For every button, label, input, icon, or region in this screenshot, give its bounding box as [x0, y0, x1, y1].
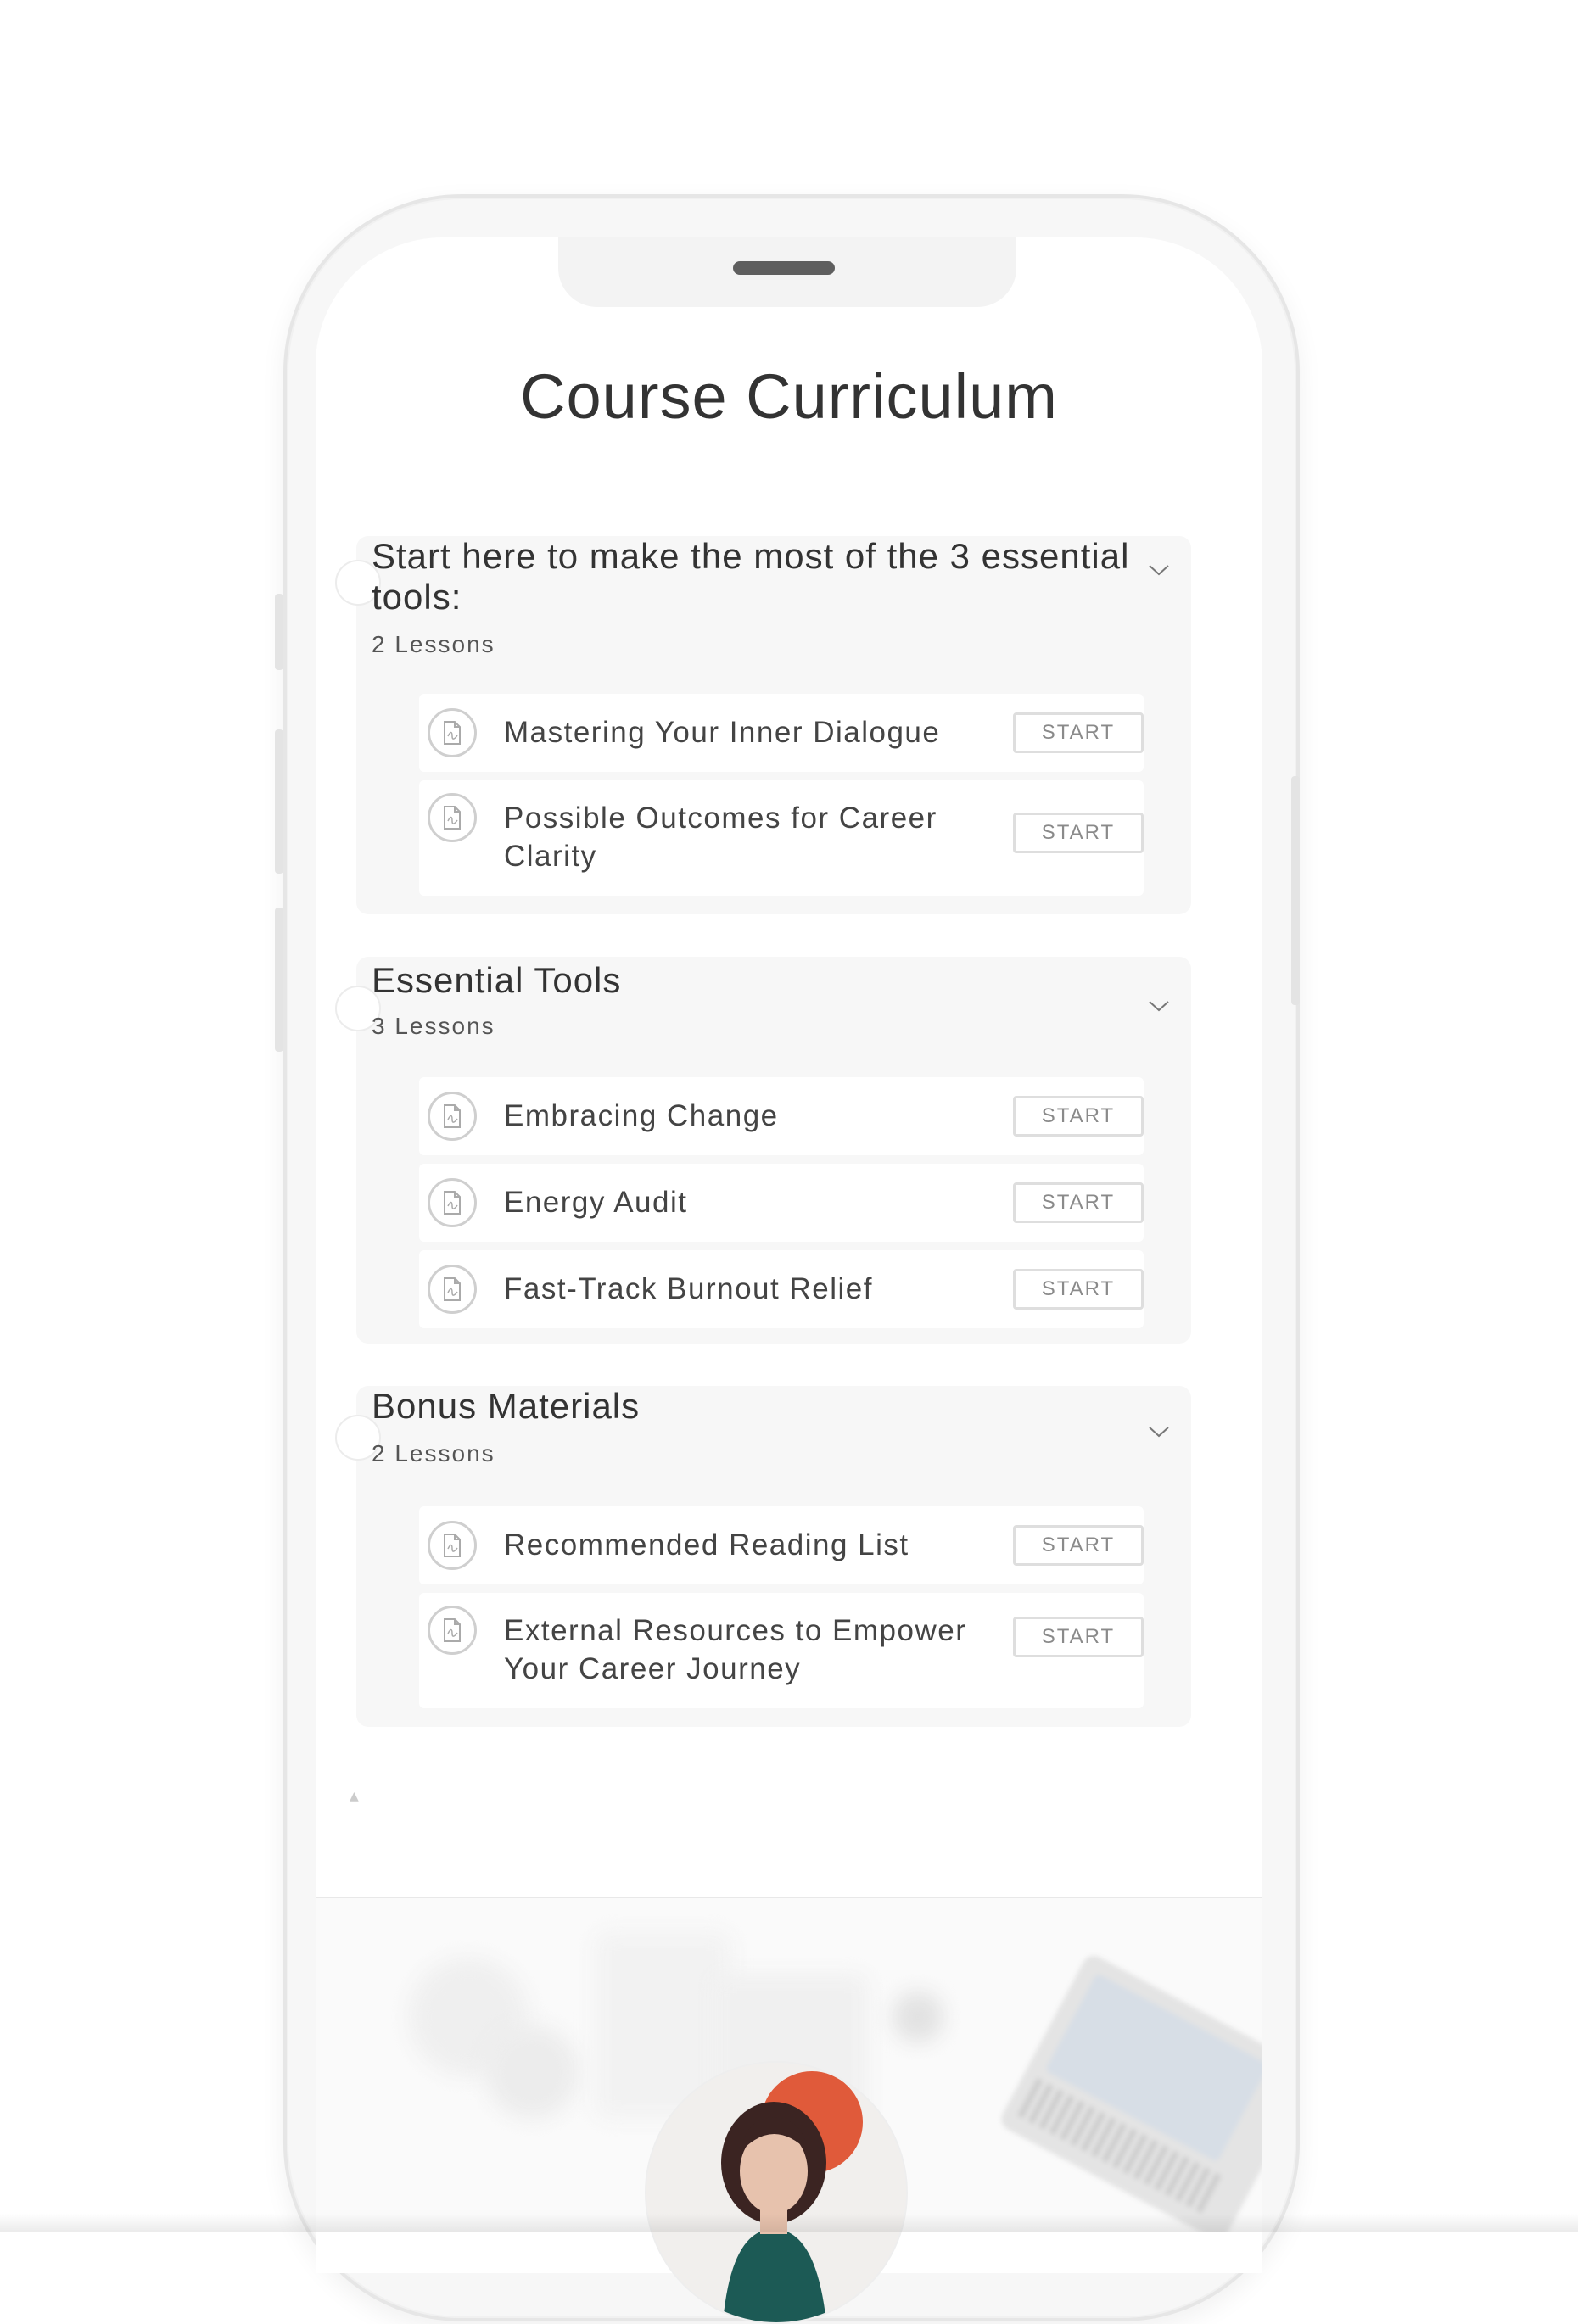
page-title: Course Curriculum — [520, 361, 1058, 432]
scroll-up-icon[interactable]: ▲ — [350, 1790, 359, 1803]
section-lesson-count: 2 Lessons — [372, 1440, 495, 1466]
lesson-title: Possible Outcomes for Career Clarity — [504, 802, 937, 873]
lesson-title: Energy Audit — [504, 1186, 688, 1219]
chevron-down-icon[interactable] — [1144, 555, 1174, 585]
curriculum-section: Start here to make the most of the 3 ess… — [335, 536, 1191, 914]
bottom-shadow — [0, 2214, 1578, 2232]
chevron-down-icon[interactable] — [1144, 1416, 1174, 1447]
lesson-row[interactable]: Fast-Track Burnout Relief START — [419, 1250, 1144, 1328]
laptop-icon — [997, 1952, 1262, 2232]
lesson-row[interactable]: Embracing Change START — [419, 1077, 1144, 1155]
pdf-document-icon — [428, 1265, 477, 1314]
pdf-document-icon — [428, 1092, 477, 1141]
phone-speaker — [733, 261, 835, 275]
lesson-row[interactable]: Possible Outcomes for Career Clarity STA… — [419, 780, 1144, 896]
start-button[interactable]: START — [1013, 1617, 1144, 1657]
start-button[interactable]: START — [1013, 1269, 1144, 1310]
lesson-row[interactable]: Energy Audit START — [419, 1164, 1144, 1242]
section-title[interactable]: Bonus Materials — [372, 1386, 1169, 1427]
section-lesson-count: 2 Lessons — [372, 631, 495, 657]
pdf-document-icon — [428, 708, 477, 757]
lesson-title: External Resources to Empower Your Caree… — [504, 1614, 967, 1685]
lesson-title: Embracing Change — [504, 1099, 779, 1132]
lesson-row[interactable]: External Resources to Empower Your Caree… — [419, 1593, 1144, 1708]
pdf-document-icon — [428, 793, 477, 842]
start-button[interactable]: START — [1013, 1096, 1144, 1137]
pdf-document-icon — [428, 1521, 477, 1570]
curriculum-section: Bonus Materials 2 Lessons Recommended Re… — [335, 1386, 1191, 1727]
lesson-title: Fast-Track Burnout Relief — [504, 1272, 873, 1305]
phone-side-button — [275, 729, 283, 874]
phone-side-button — [1291, 776, 1300, 1005]
lesson-row[interactable]: Mastering Your Inner Dialogue START — [419, 694, 1144, 772]
pdf-document-icon — [428, 1178, 477, 1227]
start-button[interactable]: START — [1013, 1182, 1144, 1223]
section-title[interactable]: Start here to make the most of the 3 ess… — [372, 536, 1169, 617]
section-lesson-count: 3 Lessons — [372, 1013, 495, 1039]
lesson-title: Recommended Reading List — [504, 1528, 909, 1561]
curriculum-section: Essential Tools 3 Lessons Embracing Chan… — [335, 957, 1191, 1344]
start-button[interactable]: START — [1013, 712, 1144, 753]
lesson-row[interactable]: Recommended Reading List START — [419, 1506, 1144, 1584]
start-button[interactable]: START — [1013, 813, 1144, 853]
phone-side-button — [275, 594, 283, 670]
start-button[interactable]: START — [1013, 1525, 1144, 1566]
phone-side-button — [275, 908, 283, 1052]
section-title[interactable]: Essential Tools — [372, 960, 1169, 1001]
pdf-document-icon — [428, 1606, 477, 1655]
chevron-down-icon[interactable] — [1144, 991, 1174, 1021]
avatar — [645, 2061, 908, 2324]
lesson-title: Mastering Your Inner Dialogue — [504, 716, 941, 749]
